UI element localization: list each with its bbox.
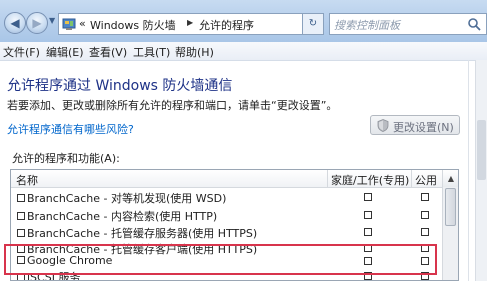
menu-edit[interactable]: 编辑(E) bbox=[46, 44, 84, 60]
public-checkbox[interactable] bbox=[421, 244, 429, 252]
page-title: 允许程序通过 Windows 防火墙通信 bbox=[7, 78, 233, 94]
public-checkbox[interactable] bbox=[421, 211, 429, 219]
table-scrollbar[interactable]: ▲ bbox=[442, 170, 458, 280]
program-enabled-checkbox[interactable] bbox=[17, 212, 25, 220]
search-box[interactable]: 搜索控制面板 bbox=[329, 13, 487, 35]
recent-pages-dropdown-icon[interactable]: ▼ bbox=[49, 16, 55, 25]
breadcrumb-prefix[interactable]: « bbox=[79, 17, 86, 30]
public-checkbox[interactable] bbox=[421, 257, 429, 265]
page-description: 若要添加、更改或删除所有允许的程序和端口，请单击“更改设置”。 bbox=[7, 99, 338, 112]
window-scrollbar-thumb[interactable] bbox=[477, 120, 486, 180]
home-work-checkbox[interactable] bbox=[364, 193, 372, 201]
search-placeholder: 搜索控制面板 bbox=[334, 19, 400, 32]
program-name[interactable]: BranchCache - 内容检索(使用 HTTP) bbox=[17, 208, 217, 224]
public-checkbox[interactable] bbox=[421, 193, 429, 201]
allowed-programs-table: 名称 家庭/工作(专用) 公用 BranchCache - 对等机发现(使用 W… bbox=[10, 169, 459, 281]
program-name-text: BranchCache - 对等机发现(使用 WSD) bbox=[27, 192, 227, 205]
change-settings-label: 更改设置(N) bbox=[393, 121, 454, 134]
refresh-button[interactable]: ↻ bbox=[302, 13, 324, 35]
table-scrollbar-thumb[interactable] bbox=[445, 188, 456, 226]
public-checkbox[interactable] bbox=[421, 228, 429, 236]
table-row[interactable]: BranchCache - 对等机发现(使用 WSD) bbox=[11, 188, 442, 206]
menu-view[interactable]: 查看(V) bbox=[89, 44, 127, 60]
program-name[interactable]: Google Chrome bbox=[17, 254, 112, 267]
program-name-text: BranchCache - 内容检索(使用 HTTP) bbox=[27, 210, 218, 223]
home-work-checkbox[interactable] bbox=[364, 272, 372, 280]
column-divider[interactable] bbox=[411, 170, 412, 187]
menu-file[interactable]: 文件(F) bbox=[3, 44, 40, 60]
breadcrumb[interactable]: « Windows 防火墙 ▶ 允许的程序 ▼ bbox=[58, 13, 324, 35]
forward-button[interactable]: ▶ bbox=[26, 12, 48, 34]
program-enabled-checkbox[interactable] bbox=[17, 256, 25, 264]
risk-help-link[interactable]: 允许程序通信有哪些风险? bbox=[7, 121, 134, 137]
column-divider[interactable] bbox=[327, 170, 328, 187]
program-enabled-checkbox[interactable] bbox=[17, 273, 25, 280]
program-name[interactable]: iSCSI 服务 bbox=[17, 269, 81, 281]
breadcrumb-item-firewall[interactable]: Windows 防火墙 bbox=[90, 17, 176, 33]
column-header-home-work[interactable]: 家庭/工作(专用) bbox=[331, 172, 409, 188]
allowed-programs-label: 允许的程序和功能(A): bbox=[12, 152, 120, 165]
table-row[interactable]: BranchCache - 内容检索(使用 HTTP) bbox=[11, 206, 442, 224]
address-bar: ◀ ▶ ▼ « Windows 防火墙 ▶ 允许的程序 ▼ ↻ 搜索控制面板 bbox=[0, 0, 487, 43]
home-work-checkbox[interactable] bbox=[364, 244, 372, 252]
public-checkbox[interactable] bbox=[421, 272, 429, 280]
menu-help[interactable]: 帮助(H) bbox=[175, 44, 214, 60]
home-work-checkbox[interactable] bbox=[364, 257, 372, 265]
program-enabled-checkbox[interactable] bbox=[17, 229, 25, 237]
program-name-text: Google Chrome bbox=[27, 254, 113, 267]
search-icon[interactable] bbox=[467, 17, 481, 31]
table-header: 名称 家庭/工作(专用) 公用 bbox=[11, 170, 442, 188]
back-button[interactable]: ◀ bbox=[4, 12, 26, 34]
home-work-checkbox[interactable] bbox=[364, 211, 372, 219]
program-name[interactable]: BranchCache - 对等机发现(使用 WSD) bbox=[17, 190, 226, 206]
uac-shield-icon bbox=[377, 119, 389, 132]
breadcrumb-separator-icon[interactable]: ▶ bbox=[187, 18, 193, 27]
scroll-up-arrow-icon[interactable]: ▲ bbox=[443, 170, 458, 187]
column-header-name[interactable]: 名称 bbox=[16, 172, 38, 188]
table-row[interactable]: iSCSI 服务 bbox=[11, 267, 442, 281]
column-header-public[interactable]: 公用 bbox=[415, 172, 437, 188]
change-settings-button[interactable]: 更改设置(N) bbox=[370, 115, 460, 135]
control-panel-icon bbox=[62, 18, 76, 30]
program-name-text: iSCSI 服务 bbox=[27, 271, 81, 281]
program-enabled-checkbox[interactable] bbox=[17, 194, 25, 202]
home-work-checkbox[interactable] bbox=[364, 228, 372, 236]
menu-tools[interactable]: 工具(T) bbox=[133, 44, 170, 60]
breadcrumb-item-allowed-programs[interactable]: 允许的程序 bbox=[199, 17, 254, 33]
pane-divider bbox=[468, 60, 469, 281]
menu-bar: 文件(F) 编辑(E) 查看(V) 工具(T) 帮助(H) bbox=[0, 42, 487, 61]
